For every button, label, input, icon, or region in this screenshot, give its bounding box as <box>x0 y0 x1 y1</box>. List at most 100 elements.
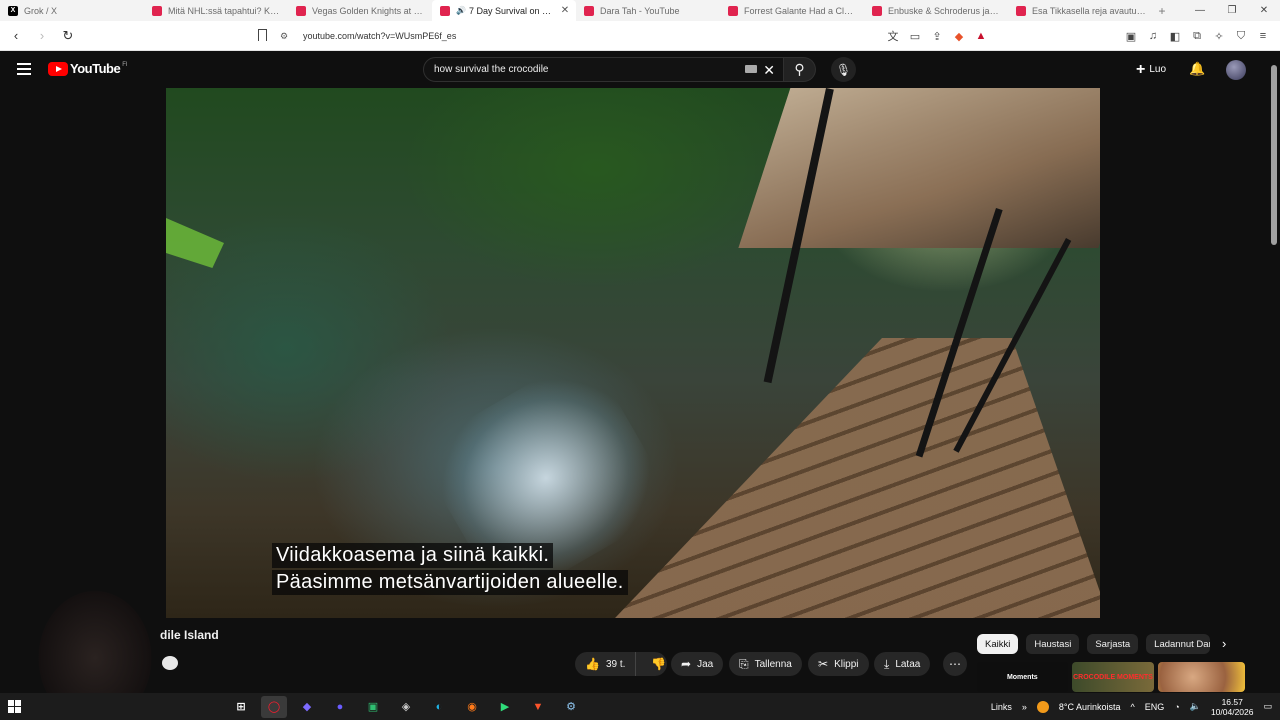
translate-icon[interactable]: 文 <box>886 28 900 44</box>
clear-search-icon[interactable]: ✕ <box>763 62 775 79</box>
subtitle-line: Viidakkoasema ja siinä kaikki. <box>272 543 554 568</box>
steam-icon[interactable]: ⚙ <box>558 696 584 718</box>
related-thumbnail[interactable]: CROCODILE MOMENTS <box>1071 662 1155 692</box>
app-icon[interactable]: ◆ <box>294 696 320 718</box>
country-code: FI <box>122 61 128 68</box>
vpn-icon[interactable]: ⛉ <box>1234 30 1248 43</box>
back-icon[interactable]: ‹ <box>6 28 26 43</box>
clip-button[interactable]: ✂ Klippi <box>808 652 869 676</box>
subtitles: Viidakkoasema ja siinä kaikki. Päasimme … <box>272 543 628 597</box>
more-icon: ⋯ <box>949 657 961 671</box>
search-query: how survival the crocodile <box>434 64 549 75</box>
save-button[interactable]: ⎘ Tallenna <box>729 652 802 676</box>
close-window-icon[interactable]: ✕ <box>1248 0 1280 21</box>
brave-icon[interactable]: ▼ <box>525 696 551 718</box>
tab-title: Forrest Galante Had a Close Ca <box>744 5 858 16</box>
tab-title: Grok / X <box>24 5 58 16</box>
chevron-icon[interactable]: » <box>1022 702 1027 712</box>
avatar[interactable] <box>1226 60 1246 80</box>
browser-tab[interactable]: Mitä NHL:ssä tapahtui? Kaks <box>144 0 288 21</box>
minimize-icon[interactable]: — <box>1184 0 1216 21</box>
clock[interactable]: 16.57 10/04/2026 <box>1211 697 1254 717</box>
browser-tab[interactable]: Esa Tikkasella reja avautumine <box>1008 0 1152 21</box>
page-scrollbar[interactable] <box>1268 51 1280 693</box>
download-button[interactable]: ⤓ Lataa <box>874 652 931 676</box>
extensions-icon[interactable]: ✧ <box>1212 30 1226 43</box>
notification-center-icon[interactable]: ▭ <box>1263 701 1272 712</box>
links-toolbar[interactable]: Links <box>991 702 1012 712</box>
volume-icon[interactable]: 🔈 <box>1190 701 1201 712</box>
reload-icon[interactable]: ↻ <box>58 28 78 44</box>
thumbnail-text: CROCODILE MOMENTS <box>1073 673 1153 681</box>
browser-tab-active[interactable]: 🔊 7 Day Survival on Crocod ✕ <box>432 0 576 21</box>
search-button[interactable]: ⚲ <box>784 57 816 82</box>
forward-icon[interactable]: › <box>32 28 52 43</box>
brave-shields-icon[interactable]: ◆ <box>952 30 966 43</box>
chevron-right-icon[interactable]: › <box>1222 636 1226 651</box>
edge-icon[interactable]: ◐ <box>426 696 452 718</box>
search-input[interactable]: how survival the crocodile ✕ <box>423 57 784 82</box>
wallet-icon[interactable]: ▣ <box>1124 30 1138 43</box>
video-player[interactable]: Viidakkoasema ja siinä kaikki. Päasimme … <box>166 88 1100 618</box>
chip-series[interactable]: Sarjasta <box>1087 634 1139 654</box>
chip-search[interactable]: Haustasi <box>1026 634 1080 654</box>
tab-title: 7 Day Survival on Crocod <box>468 5 556 16</box>
browser-tab[interactable]: Enbuske & Schroderus jakso 1 <box>864 0 1008 21</box>
related-thumbnails: Moments CROCODILE MOMENTS <box>977 662 1246 692</box>
opera-icon[interactable]: ◯ <box>261 695 287 718</box>
youtube-logo[interactable]: YouTube FI <box>48 61 128 76</box>
browser-tab[interactable]: X Grok / X <box>0 0 144 21</box>
media-player-icon[interactable]: ▶ <box>492 696 518 718</box>
share-icon[interactable]: ⇪ <box>930 30 944 43</box>
chip-all[interactable]: Kaikki <box>977 634 1019 654</box>
cast-icon[interactable]: ▭ <box>908 30 922 43</box>
weather-text[interactable]: 8°C Aurinkoista <box>1059 702 1121 712</box>
network-icon[interactable]: ◔ <box>1174 702 1179 712</box>
new-tab-icon[interactable]: + <box>1152 4 1172 18</box>
share-label: Jaa <box>697 658 714 670</box>
media-icon[interactable]: ♫ <box>1146 30 1160 42</box>
tray-expand-icon[interactable]: ^ <box>1131 702 1135 712</box>
chip-uploader[interactable]: Ladannut Dara <box>1146 634 1211 654</box>
clip-label: Klippi <box>834 658 859 670</box>
system-tray: Links » 8°C Aurinkoista ^ ENG ◔ 🔈 16.57 … <box>991 693 1272 720</box>
task-view-icon[interactable]: ⊞ <box>228 696 254 718</box>
foliage-shape <box>166 218 224 268</box>
thumbs-down-icon: 👎 <box>651 657 667 671</box>
browser-tab[interactable]: Forrest Galante Had a Close Ca <box>720 0 864 21</box>
menu-icon[interactable]: ≡ <box>1256 30 1270 42</box>
related-thumbnail[interactable]: Moments <box>977 662 1068 692</box>
language-indicator[interactable]: ENG <box>1145 702 1165 712</box>
speaker-icon[interactable]: 🔊 <box>456 6 466 15</box>
sidebar-icon[interactable]: ◧ <box>1168 30 1182 43</box>
boardwalk-shape <box>596 338 1100 618</box>
related-thumbnail[interactable] <box>1158 662 1246 692</box>
hamburger-menu-icon[interactable] <box>17 63 31 75</box>
firefox-icon[interactable]: ◉ <box>459 696 485 718</box>
app-icon[interactable]: ◈ <box>393 696 419 718</box>
tab-title: Mitä NHL:ssä tapahtui? Kaks <box>168 5 282 16</box>
tab-title: Dara Tah - YouTube <box>600 5 680 16</box>
create-button[interactable]: + Luo <box>1128 59 1174 80</box>
share-button[interactable]: ➦ Jaa <box>671 652 724 676</box>
voice-search-button[interactable]: 🎙 <box>831 57 856 82</box>
keyboard-icon[interactable] <box>745 65 757 73</box>
notifications-bell-icon[interactable]: 🔔 <box>1189 61 1205 77</box>
more-actions-button[interactable]: ⋯ <box>943 652 967 676</box>
microphone-icon: 🎙 <box>835 62 852 77</box>
close-tab-icon[interactable]: ✕ <box>560 5 570 16</box>
brave-rewards-icon[interactable]: ▲ <box>974 30 988 42</box>
windows-start-icon[interactable] <box>8 700 21 713</box>
terminal-icon[interactable]: ▣ <box>360 696 386 718</box>
subtitle-line: Päasimme metsänvartijoiden alueelle. <box>272 570 628 595</box>
chat-app-icon[interactable]: ● <box>327 696 353 718</box>
taskbar-apps: ⊞ ◯ ◆ ● ▣ ◈ ◐ ◉ ▶ ▼ ⚙ <box>228 693 584 720</box>
site-settings-icon[interactable]: ⚙ <box>280 31 294 42</box>
bookmark-icon[interactable] <box>258 29 267 41</box>
browser-tab[interactable]: Dara Tah - YouTube <box>576 0 720 21</box>
restore-icon[interactable]: ❐ <box>1216 0 1248 21</box>
search-icon: ⚲ <box>794 61 805 77</box>
screenshot-icon[interactable]: ⧉ <box>1190 30 1204 43</box>
browser-tab[interactable]: Vegas Golden Knights at Seattl <box>288 0 432 21</box>
like-button[interactable]: 👍 39 t. <box>575 652 637 676</box>
